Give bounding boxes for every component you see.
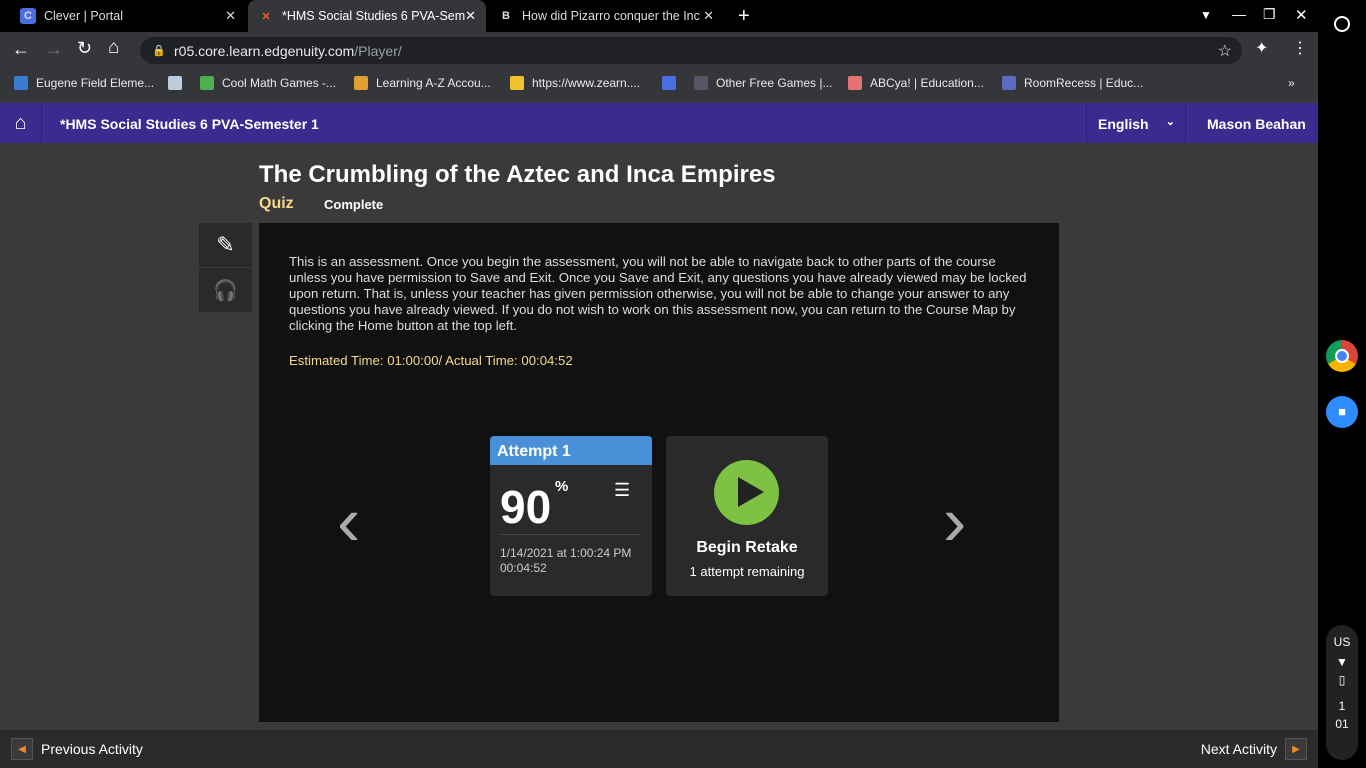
bookmarks-bar: Eugene Field Eleme... Cool Math Games -.…: [0, 68, 1318, 100]
menu-icon[interactable]: ⋮: [1292, 38, 1308, 58]
content-panel: This is an assessment. Once you begin th…: [259, 223, 1059, 722]
home-button[interactable]: ⌂: [108, 37, 119, 59]
tab-edgenuity[interactable]: ✕ *HMS Social Studies 6 PVA-Sem ✕: [248, 0, 486, 32]
play-icon: [714, 460, 779, 525]
url-host: r05.core.learn.edgenuity.com: [174, 42, 355, 59]
language-label: English: [1098, 116, 1149, 132]
clock-minute: 01: [1335, 717, 1349, 731]
address-bar[interactable]: 🔒 r05.core.learn.edgenuity.com/Player/ ☆: [140, 37, 1242, 64]
bookmark[interactable]: ABCya! | Education...: [848, 76, 984, 90]
clock-hour: 1: [1338, 699, 1346, 713]
maximize-button[interactable]: ❐: [1263, 6, 1276, 23]
headphones-icon[interactable]: 🎧: [199, 268, 252, 312]
wifi-icon: ▼: [1336, 655, 1348, 669]
locale: US: [1333, 635, 1351, 649]
bookmark[interactable]: https://www.zearn....: [510, 76, 640, 90]
reload-button[interactable]: ↻: [77, 38, 92, 59]
forward-button[interactable]: →: [45, 39, 63, 60]
lesson-title: The Crumbling of the Aztec and Inca Empi…: [259, 161, 776, 188]
zoom-app-icon[interactable]: ■: [1326, 396, 1358, 428]
next-label: Next Activity: [1200, 741, 1277, 757]
language-select[interactable]: English ⌄: [1086, 103, 1186, 143]
attempt-label: Attempt 1: [490, 436, 652, 465]
next-activity-button[interactable]: Next Activity ▶: [1201, 738, 1307, 760]
time-info: Estimated Time: 01:00:00/ Actual Time: 0…: [289, 353, 573, 368]
brainly-icon: B: [502, 10, 510, 22]
attempt-card[interactable]: Attempt 1 90 % ☰ 1/14/2021 at 1:00:24 PM…: [490, 436, 652, 596]
tab-clever[interactable]: C Clever | Portal ✕: [10, 0, 246, 32]
bookmark[interactable]: [168, 76, 190, 90]
chevron-down-icon: ⌄: [1165, 116, 1175, 128]
retake-label: Begin Retake: [696, 539, 798, 556]
prev-label: Previous Activity: [41, 741, 143, 757]
edgenuity-icon: ✕: [261, 10, 271, 23]
star-icon[interactable]: ☆: [1218, 41, 1232, 61]
status-tray[interactable]: US ▼ ▯ 1 01: [1326, 625, 1358, 760]
close-window-button[interactable]: ✕: [1295, 6, 1308, 24]
tab-title: *HMS Social Studies 6 PVA-Sem: [282, 9, 466, 23]
attempt-date: 1/14/2021 at 1:00:24 PM: [500, 546, 632, 560]
attempt-score: 90: [500, 481, 552, 533]
extensions-icon[interactable]: ✦: [1255, 38, 1268, 58]
app-header: ⌂ *HMS Social Studies 6 PVA-Semester 1 E…: [0, 103, 1318, 143]
url-path: /Player/: [354, 42, 402, 59]
attempt-duration: 00:04:52: [500, 561, 547, 575]
footer-nav: ◀ Previous Activity Next Activity ▶: [0, 730, 1318, 768]
bookmark-label: Other Free Games |...: [716, 76, 833, 90]
close-icon[interactable]: ✕: [703, 8, 714, 24]
caret-left-icon: ◀: [11, 738, 33, 760]
bookmark-label: Eugene Field Eleme...: [36, 76, 155, 90]
battery-icon: ▯: [1338, 673, 1346, 687]
activity-type: Quiz: [259, 195, 294, 212]
tab-title: Clever | Portal: [44, 9, 123, 23]
bookmark-label: https://www.zearn....: [532, 76, 641, 90]
score-unit: %: [555, 478, 569, 495]
bookmark[interactable]: Other Free Games |...: [694, 76, 832, 90]
attempts-remaining: 1 attempt remaining: [689, 564, 805, 579]
more-bookmarks-icon[interactable]: »: [1288, 76, 1295, 90]
next-arrow[interactable]: ›: [943, 481, 966, 561]
chrome-icon[interactable]: [1326, 340, 1358, 372]
minimize-button[interactable]: —: [1232, 6, 1246, 22]
bookmark-label: ABCya! | Education...: [870, 76, 984, 90]
bookmark-label: Cool Math Games -...: [222, 76, 337, 90]
close-icon[interactable]: ✕: [225, 8, 236, 24]
tab-strip: C Clever | Portal ✕ ✕ *HMS Social Studies 6…: [0, 0, 1318, 32]
clever-icon: C: [20, 8, 36, 24]
bookmark[interactable]: Eugene Field Eleme...: [14, 76, 154, 90]
bookmark[interactable]: Cool Math Games -...: [200, 76, 336, 90]
course-title: *HMS Social Studies 6 PVA-Semester 1: [60, 116, 319, 132]
begin-retake-button[interactable]: Begin Retake 1 attempt remaining: [666, 436, 828, 596]
previous-activity-button[interactable]: ◀ Previous Activity: [11, 738, 143, 760]
user-name[interactable]: Mason Beahan: [1207, 116, 1306, 132]
bookmark[interactable]: [662, 76, 684, 90]
activity-status: Complete: [324, 197, 384, 212]
home-icon[interactable]: ⌂: [0, 103, 42, 143]
launcher-icon[interactable]: [1334, 16, 1350, 32]
close-icon[interactable]: ✕: [465, 8, 476, 24]
lock-icon: 🔒: [152, 45, 166, 57]
bookmark[interactable]: RoomRecess | Educ...: [1002, 76, 1143, 90]
bookmark[interactable]: Learning A-Z Accou...: [354, 76, 491, 90]
os-shelf: ■ US ▼ ▯ 1 01: [1318, 0, 1366, 768]
tab-pizarro[interactable]: B How did Pizarro conquer the Inc ✕: [488, 0, 724, 32]
caret-right-icon: ▶: [1285, 738, 1307, 760]
list-icon[interactable]: ☰: [614, 480, 630, 501]
bookmark-label: Learning A-Z Accou...: [376, 76, 491, 90]
bookmark-label: RoomRecess | Educ...: [1024, 76, 1144, 90]
new-tab-button[interactable]: +: [738, 5, 750, 28]
tab-title: How did Pizarro conquer the Inc: [522, 9, 700, 23]
prev-arrow[interactable]: ‹: [337, 481, 360, 561]
back-button[interactable]: ←: [12, 39, 30, 60]
tab-search-icon[interactable]: ▼: [1200, 8, 1212, 22]
pencil-icon[interactable]: ✎: [199, 223, 252, 267]
instructions: This is an assessment. Once you begin th…: [289, 254, 1027, 333]
